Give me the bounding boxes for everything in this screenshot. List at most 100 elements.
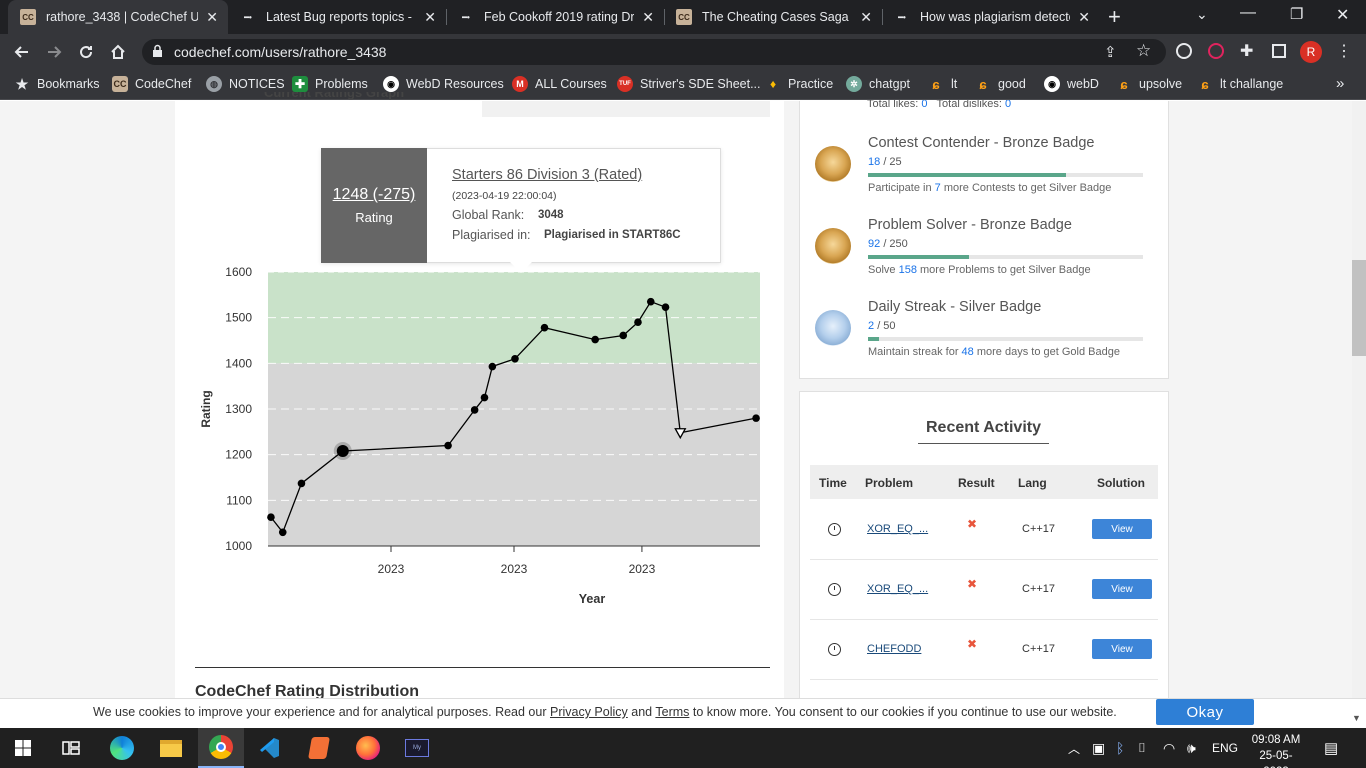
forward-button[interactable] [40, 34, 68, 70]
bookmark-chatgpt[interactable]: ✲ chatgpt [846, 70, 910, 98]
close-tab-icon[interactable]: ✕ [206, 9, 218, 26]
taskbar-firefox[interactable] [345, 728, 391, 768]
tray-overflow-chevron-icon[interactable]: ︿ [1068, 728, 1080, 768]
chart-y-tick-label: 1500 [225, 311, 252, 325]
network-icon[interactable]: ⌷ [1138, 728, 1146, 768]
bookmark-lt-challange[interactable]: ɕ lt challange [1197, 70, 1283, 98]
bookmark-practice[interactable]: ♦ Practice [765, 70, 833, 98]
tab-codechef-profile[interactable]: CC rathore_3438 | CodeChef Use ✕ [8, 0, 228, 34]
clock[interactable]: 09:08 AM 25-05-2023 [1248, 732, 1304, 768]
badge-progress-bar [868, 337, 1143, 341]
tab-strip-partial[interactable] [482, 101, 770, 117]
taskbar-chrome[interactable] [198, 728, 244, 768]
bookmark-good[interactable]: ɕ good [975, 70, 1025, 98]
tooltip-rating-box [321, 148, 427, 263]
chrome-icon [209, 735, 233, 759]
col-solution: Solution [1097, 476, 1145, 490]
view-solution-button[interactable]: View [1092, 579, 1152, 599]
edge-icon [110, 736, 134, 760]
bookmark-all-courses[interactable]: M ALL Courses [512, 70, 607, 98]
tab-search-icon[interactable]: ⌄ [1196, 6, 1208, 23]
badge-count: 92 / 250 [868, 238, 908, 250]
discuss-icon: ━• [462, 12, 470, 22]
more-bookmarks-chevron-icon[interactable]: » [1336, 75, 1344, 92]
bookmark-star-icon[interactable]: ☆ [1136, 41, 1151, 61]
view-solution-button[interactable]: View [1092, 519, 1152, 539]
close-tab-icon[interactable]: ✕ [1078, 9, 1090, 26]
restore-button[interactable]: ❐ [1290, 5, 1303, 23]
badge-progress-bar [868, 255, 1143, 259]
bookmark-codechef[interactable]: CC CodeChef [112, 70, 191, 98]
problem-link[interactable]: XOR_EQ_... [867, 523, 928, 535]
cookie-okay-button[interactable]: Okay [1156, 699, 1254, 725]
view-solution-button[interactable]: View [1092, 639, 1152, 659]
close-window-button[interactable]: ✕ [1336, 5, 1349, 25]
page-scrollbar[interactable] [1352, 101, 1366, 698]
bookmark-bookmarks[interactable]: ★ Bookmarks [14, 70, 100, 98]
tooltip-plag-value: Plagiarised in START86C [544, 229, 681, 241]
minimize-button[interactable]: — [1240, 4, 1256, 22]
scrollbar-thumb[interactable] [1352, 260, 1366, 356]
tray-device-icon[interactable]: ▣ [1092, 728, 1105, 768]
badge-count: 18 / 25 [868, 156, 902, 168]
scroll-down-arrow-icon[interactable]: ▼ [1352, 713, 1361, 723]
privacy-policy-link[interactable]: Privacy Policy [550, 705, 628, 719]
notifications-icon[interactable]: ▤ [1324, 728, 1338, 768]
tooltip-datetime: (2023-04-19 22:00:04) [452, 190, 557, 202]
close-tab-icon[interactable]: ✕ [860, 9, 872, 26]
bookmark-striver[interactable]: TUF Striver's SDE Sheet... [617, 70, 760, 98]
tooltip-rating-value[interactable]: 1248 (-275) [321, 186, 427, 204]
wifi-icon[interactable]: ◠ [1163, 728, 1175, 768]
current-ratings-header[interactable]: Current Ratings Graph [264, 92, 404, 101]
share-icon[interactable]: ⇪ [1104, 43, 1117, 61]
clock-time: 09:08 AM [1251, 734, 1301, 746]
badge-desc: Solve 158 more Problems to get Silver Ba… [868, 264, 1091, 276]
codechef-icon: CC [112, 76, 128, 92]
tab-bug-reports[interactable]: ━• Latest Bug reports topics - Co ✕ [228, 0, 446, 34]
taskbar-vscode[interactable] [246, 728, 292, 768]
tab-feb-cookoff[interactable]: ━• Feb Cookoff 2019 rating Drop ✕ [446, 0, 664, 34]
volume-icon[interactable]: 🕪 [1187, 728, 1196, 768]
taskbar-file-explorer[interactable] [148, 728, 194, 768]
menu-kebab-icon[interactable]: ⋮ [1336, 41, 1352, 61]
close-tab-icon[interactable]: ✕ [642, 9, 654, 26]
extensions-puzzle-icon[interactable]: ✚ [1240, 41, 1253, 61]
tooltip-contest-link[interactable]: Starters 86 Division 3 (Rated) [452, 167, 642, 183]
badge-title: Problem Solver - Bronze Badge [868, 217, 1072, 233]
close-tab-icon[interactable]: ✕ [424, 9, 436, 26]
bookmark-webd[interactable]: ◉ webD [1044, 70, 1099, 98]
task-view-button[interactable] [48, 728, 94, 768]
home-button[interactable] [104, 34, 132, 70]
wrong-answer-icon: ✖ [967, 637, 978, 651]
new-tab-button[interactable]: + [1108, 4, 1121, 30]
bluetooth-icon[interactable]: ᛒ [1116, 728, 1124, 768]
likes-summary: Total likes: 0 Total dislikes: 0 [867, 100, 1012, 110]
section-divider [195, 667, 770, 668]
chart-x-tick-label: 2023 [629, 562, 656, 576]
problem-link[interactable]: XOR_EQ_... [867, 583, 928, 595]
tab-plagiarism[interactable]: ━• How was plagiarism detected ✕ [882, 0, 1100, 34]
reload-icon [80, 46, 93, 59]
recorder-extension-icon[interactable] [1208, 43, 1224, 59]
chart-y-tick-label: 1600 [225, 265, 252, 279]
edge-extension-icon[interactable] [1176, 43, 1192, 59]
mysql-terminal-icon: My [405, 739, 429, 757]
lock-icon [152, 44, 163, 63]
taskbar-edge[interactable] [99, 728, 145, 768]
rating-chart: 1000 1100 1200 1300 1400 1500 1600 2023 2023 202… [199, 265, 760, 606]
terms-link[interactable]: Terms [655, 705, 689, 719]
side-panel-icon[interactable] [1272, 44, 1286, 58]
tuf-icon: TUF [617, 76, 633, 92]
taskbar-postman[interactable] [296, 728, 342, 768]
profile-avatar[interactable]: R [1300, 41, 1322, 63]
bookmark-lt[interactable]: ɕ lt [928, 70, 957, 98]
language-indicator[interactable]: ENG [1212, 728, 1238, 768]
chart-point [267, 513, 275, 522]
bookmark-upsolve[interactable]: ɕ upsolve [1116, 70, 1182, 98]
back-button[interactable] [8, 34, 36, 70]
reload-button[interactable] [72, 34, 100, 70]
problem-link[interactable]: CHEFODD [867, 643, 921, 655]
taskbar-mysql[interactable]: My [394, 728, 440, 768]
tab-cheating-cases[interactable]: CC The Cheating Cases Saga | Co ✕ [664, 0, 882, 34]
start-button[interactable] [0, 728, 46, 768]
